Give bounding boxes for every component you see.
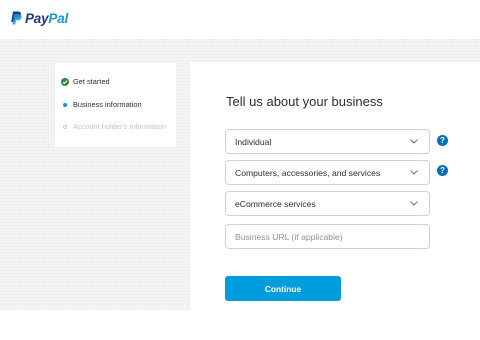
business-type-value: Individual [235,136,272,147]
business-url-placeholder: Business URL (if applicable) [235,231,343,242]
business-url-input[interactable]: Business URL (if applicable) [225,224,430,249]
step-label: Account holder's information [73,122,167,131]
step-account-holder-information: Account holder's information [61,122,166,131]
help-icon[interactable]: ? [437,165,448,176]
progress-stepper: Get started Business information Account… [55,63,176,147]
inactive-dot-icon [63,124,67,129]
chevron-down-icon [405,139,423,144]
business-subcategory-select[interactable]: eCommerce services [225,191,430,216]
form-heading: Tell us about your business [226,94,383,109]
business-type-select[interactable]: Individual [225,129,430,154]
paypal-wordmark: PayPal [25,10,69,26]
help-icon[interactable]: ? [437,135,448,146]
active-dot-icon [63,102,67,107]
step-active-marker [61,101,69,109]
step-business-information: Business information [61,100,142,109]
top-bar: PayPal [0,0,480,38]
chevron-down-icon [405,201,423,206]
chevron-down-icon [405,170,423,175]
paypal-p-icon [11,11,22,25]
step-complete-marker [61,77,69,86]
continue-button[interactable]: Continue [225,276,341,301]
step-pending-marker [61,123,69,131]
checkmark-icon [61,77,69,86]
step-label: Get started [73,77,110,86]
business-category-value: Computers, accessories, and services [235,167,381,178]
business-subcategory-value: eCommerce services [235,198,316,209]
business-form-panel: Tell us about your business Individual ?… [190,62,480,310]
business-category-select[interactable]: Computers, accessories, and services [225,160,430,185]
step-label: Business information [73,100,142,109]
step-get-started: Get started [61,77,110,86]
paypal-logo[interactable]: PayPal [10,9,68,27]
